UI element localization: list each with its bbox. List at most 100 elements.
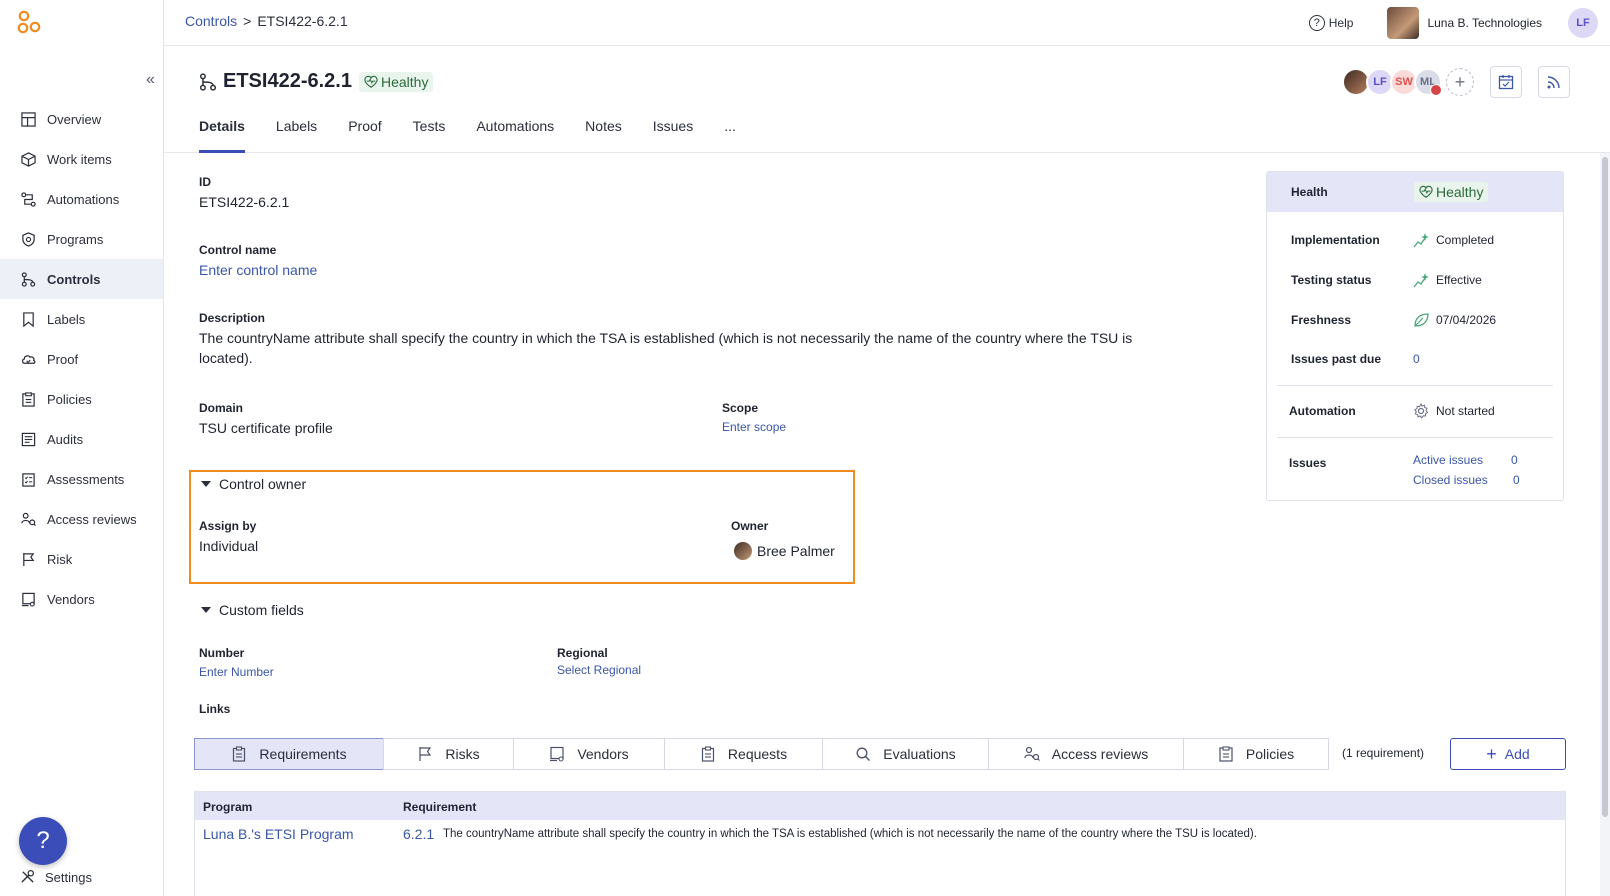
org-name[interactable]: Luna B. Technologies [1427,16,1542,30]
help-fab-button[interactable]: ? [19,817,67,865]
health-divider [1277,437,1553,438]
add-link-button[interactable]: + Add [1450,738,1566,770]
closed-issues-count[interactable]: 0 [1513,473,1520,487]
links-tab-access-reviews[interactable]: Access reviews [988,738,1184,770]
sidebar-item-overview[interactable]: Overview [0,99,163,139]
automation-text: Not started [1436,404,1495,418]
control-owner-toggle[interactable]: Control owner [201,476,306,492]
caret-down-icon [201,607,211,613]
requirement-number-link[interactable]: 6.2.1 [403,826,434,842]
links-tab-risks[interactable]: Risks [383,738,514,770]
breadcrumb: Controls > ETSI422-6.2.1 [185,13,348,29]
org-avatar[interactable] [1387,7,1420,39]
number-input[interactable]: Enter Number [199,665,274,679]
freshness-label: Freshness [1291,313,1352,327]
sidebar-item-label: Labels [47,311,86,327]
active-issues-link[interactable]: Active issues [1413,453,1483,467]
links-tab-vendors[interactable]: Vendors [513,738,665,770]
tab-automations[interactable]: Automations [476,117,554,153]
sidebar-item-label: Access reviews [47,511,137,527]
sidebar-item-automations[interactable]: Automations [0,179,163,219]
number-label: Number [199,646,245,660]
issues-label: Issues [1289,456,1327,470]
freshness-text: 07/04/2026 [1436,313,1497,327]
scope-input[interactable]: Enter scope [722,420,786,434]
automations-icon [20,191,36,207]
links-tab-requests[interactable]: Requests [664,738,823,770]
owner-label: Owner [731,519,769,533]
assign-by-value[interactable]: Individual [199,538,258,554]
tab-issues[interactable]: Issues [653,117,693,153]
gear-icon [1413,403,1429,419]
links-tab-requirements[interactable]: Requirements [194,738,384,770]
sidebar-item-assessments[interactable]: Assessments [0,459,163,499]
sidebar-item-policies[interactable]: Policies [0,379,163,419]
sidebar-item-controls[interactable]: Controls [0,259,163,299]
links-tab-policies[interactable]: Policies [1183,738,1329,770]
custom-fields-toggle[interactable]: Custom fields [201,602,304,618]
sidebar-item-label: Programs [47,231,104,247]
domain-value[interactable]: TSU certificate profile [199,420,333,436]
watcher-avatar-ml[interactable]: ML [1414,68,1442,96]
sidebar-item-risk[interactable]: Risk [0,539,163,579]
issues-past-due-value[interactable]: 0 [1413,352,1420,366]
sidebar-item-proof[interactable]: Proof [0,339,163,379]
links-tab-label: Policies [1245,746,1295,762]
active-issues-count[interactable]: 0 [1511,453,1518,467]
sidebar-item-label: Automations [47,191,120,207]
tab-tests[interactable]: Tests [413,117,446,153]
help-link[interactable]: ? Help [1308,15,1354,31]
sidebar-item-label: Proof [47,351,79,367]
sidebar-item-programs[interactable]: Programs [0,219,163,259]
question-icon: ? [36,827,50,854]
help-label: Help [1328,16,1354,30]
sparkle-trend-icon [1413,232,1429,248]
user-avatar[interactable]: LF [1568,8,1598,38]
program-link[interactable]: Luna B.'s ETSI Program [203,826,354,842]
main-scrollbar[interactable] [1600,153,1610,896]
sidebar-item-vendors[interactable]: Vendors [0,579,163,619]
tab-proof[interactable]: Proof [348,117,381,153]
sidebar-item-label: Overview [47,111,102,127]
rss-feed-icon [1547,76,1560,89]
breadcrumb-controls-link[interactable]: Controls [185,13,237,29]
control-owner-title: Control owner [219,476,307,492]
heart-pulse-icon [364,75,378,88]
tab-labels[interactable]: Labels [276,117,317,153]
sidebar-item-audits[interactable]: Audits [0,419,163,459]
regional-label: Regional [557,646,608,660]
app-logo-icon[interactable] [16,10,42,36]
sidebar-item-access-reviews[interactable]: Access reviews [0,499,163,539]
add-watcher-button[interactable]: + [1446,68,1474,96]
policies-icon [20,391,36,407]
tab-more[interactable]: ... [724,117,736,153]
sidebar-item-labels[interactable]: Labels [0,299,163,339]
control-name-input[interactable]: Enter control name [199,262,317,278]
top-right-area: ? Help Luna B. Technologies LF [1308,6,1610,40]
owner-value[interactable]: Bree Palmer [734,542,835,560]
remove-watcher-icon[interactable] [1430,84,1442,96]
sidebar-item-work-items[interactable]: Work items [0,139,163,179]
owner-avatar [734,542,752,560]
closed-issues-link[interactable]: Closed issues [1413,473,1488,487]
programs-icon [20,231,36,247]
health-status-badge: Healthy [1414,182,1489,202]
caret-down-icon [201,481,211,487]
scrollbar-thumb[interactable] [1602,157,1608,817]
sparkle-trend-icon [1413,272,1429,288]
calendar-button[interactable] [1490,66,1522,98]
description-line-2[interactable]: located). [199,350,253,366]
sidebar-item-label: Work items [47,151,112,167]
regional-select[interactable]: Select Regional [557,663,641,677]
collapse-sidebar-icon[interactable]: « [146,71,155,89]
links-tab-evaluations[interactable]: Evaluations [822,738,989,770]
health-divider [1277,385,1553,386]
tab-notes[interactable]: Notes [585,117,622,153]
tab-details[interactable]: Details [199,117,245,153]
calendar-check-icon [1498,75,1514,90]
description-line-1[interactable]: The countryName attribute shall specify … [199,330,1132,346]
sidebar-item-label: Risk [47,551,73,567]
breadcrumb-current: ETSI422-6.2.1 [257,13,348,29]
sidebar-item-settings[interactable]: Settings [20,869,92,885]
feed-button[interactable] [1538,66,1570,98]
